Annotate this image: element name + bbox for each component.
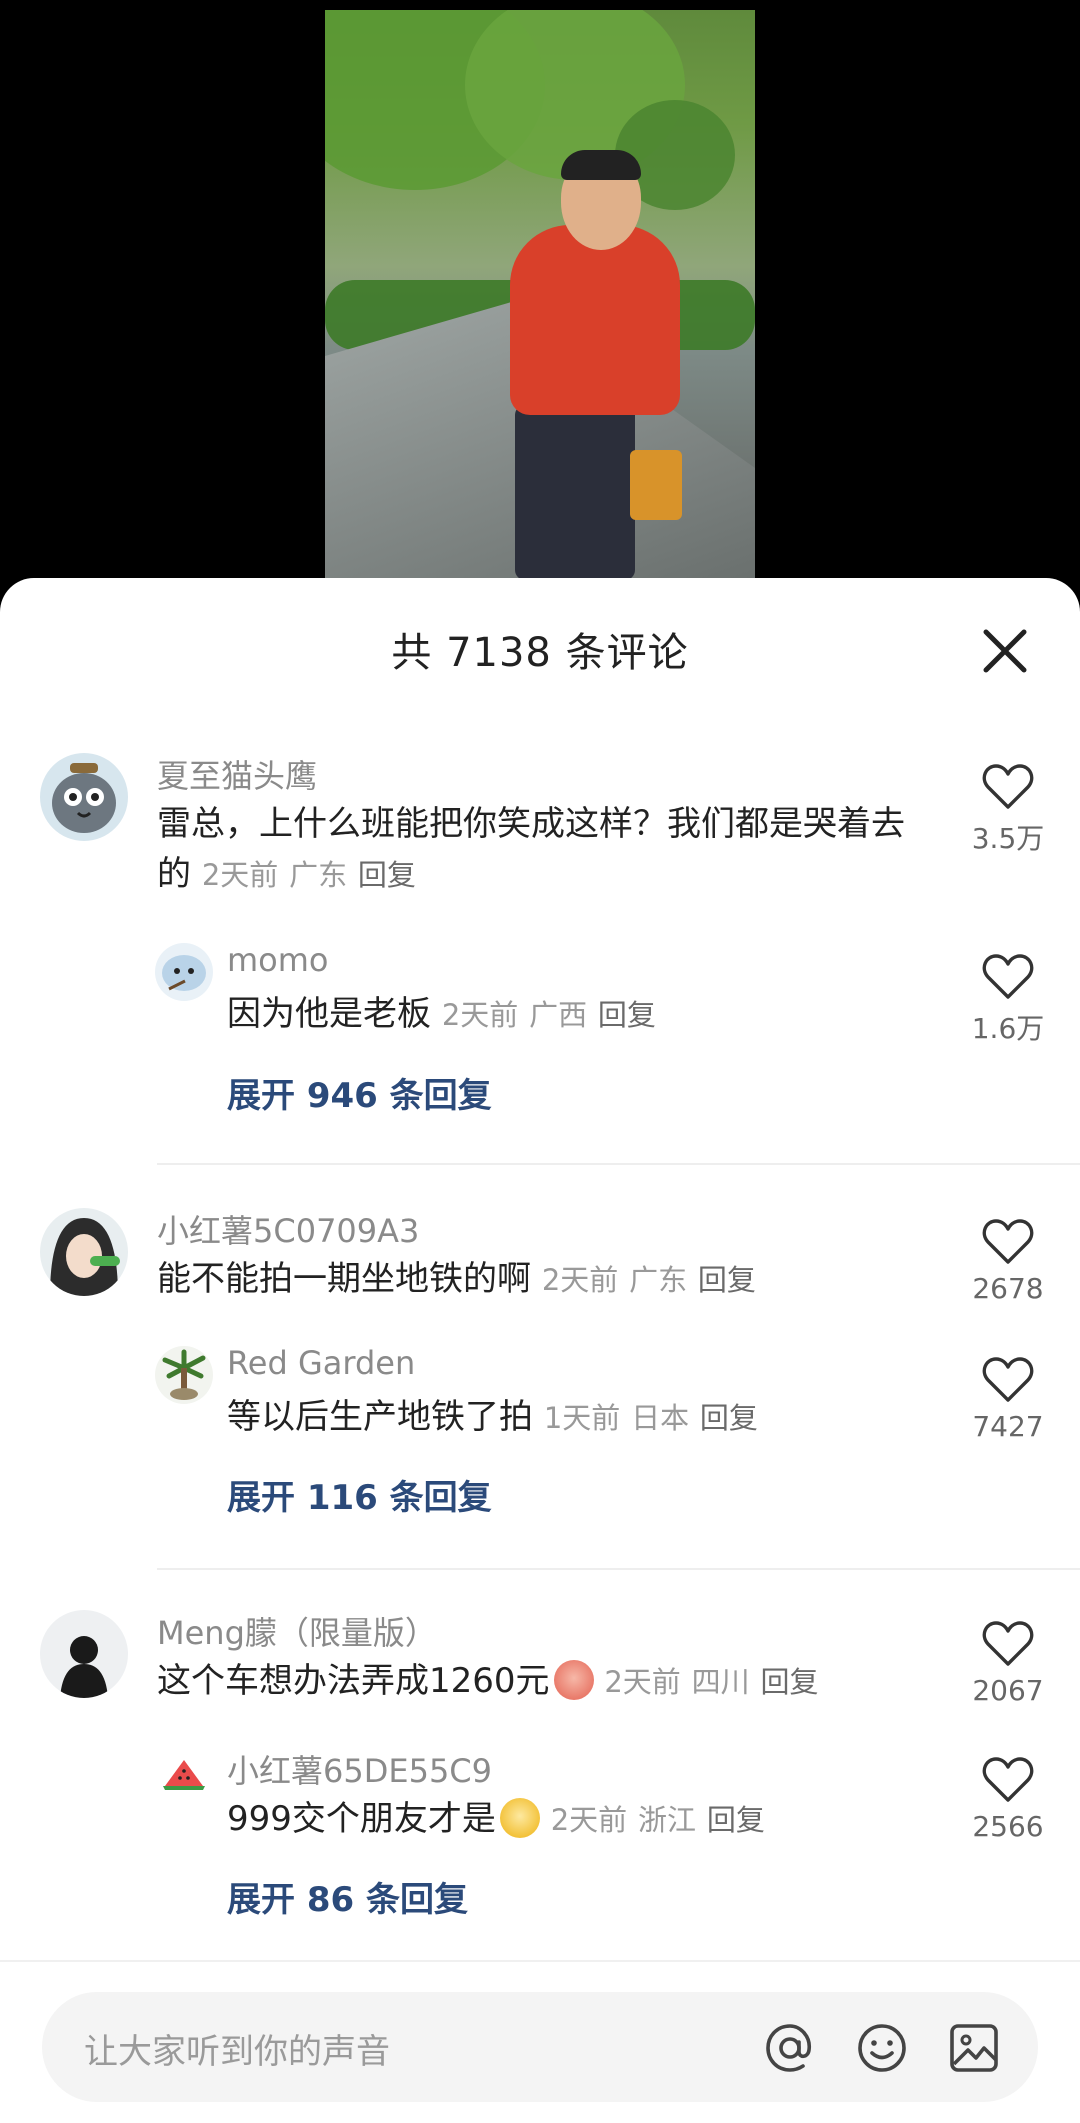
reply-body: 等以后生产地铁了拍 [227, 1397, 533, 1437]
dog-face-icon [499, 1798, 540, 1838]
emoji-button[interactable] [854, 2020, 910, 2076]
reply-link[interactable]: 回复 [358, 858, 416, 892]
comment-time: 2天前 [604, 1665, 681, 1699]
like-button[interactable]: 2067 [966, 1620, 1050, 1707]
image-button[interactable] [946, 2020, 1002, 2076]
heart-icon [982, 954, 1034, 999]
comment-location: 四川 [691, 1665, 750, 1699]
expand-replies-button[interactable]: 展开 116 条回复 [227, 1470, 492, 1519]
input-placeholder: 让大家听到你的声音 [84, 2032, 390, 2072]
sheet-header: 共 7138 条评论 [0, 578, 1080, 723]
comment-body: 这个车想办法弄成1260元 [157, 1661, 550, 1701]
like-button[interactable]: 2566 [966, 1756, 1050, 1843]
comment-count-title: 共 7138 条评论 [391, 630, 689, 676]
reply-body: 因为他是老板 [227, 994, 431, 1034]
like-button[interactable]: 1.6万 [966, 953, 1050, 1047]
palm-tree-avatar[interactable] [155, 1346, 213, 1404]
divider [157, 1163, 1080, 1165]
reply-body: 999交个朋友才是 [227, 1799, 496, 1839]
expand-replies-button[interactable]: 展开 946 条回复 [227, 1068, 492, 1117]
reply-location: 广西 [529, 998, 588, 1032]
reply-time: 2天前 [441, 998, 519, 1032]
reply-link[interactable]: 回复 [698, 1263, 756, 1297]
divider [157, 1568, 1080, 1570]
reply-time: 2天前 [550, 1803, 628, 1837]
reply-link[interactable]: 回复 [598, 998, 656, 1032]
like-count: 1.6万 [971, 1012, 1045, 1045]
watermelon-avatar[interactable] [155, 1746, 213, 1804]
comment-username[interactable]: 小红薯5C0709A3 [157, 1206, 419, 1252]
like-button[interactable]: 3.5万 [966, 763, 1050, 857]
smiley-icon [858, 2024, 906, 2072]
comment-text[interactable]: 雷总，上什么班能把你笑成这样？我们都是哭着去的 2天前 广东 回复 [157, 799, 937, 900]
comment-time: 2天前 [201, 858, 279, 892]
heart-icon [982, 1219, 1034, 1264]
reply-link[interactable]: 回复 [700, 1401, 758, 1435]
comment-sheet: 共 7138 条评论 夏至猫头鹰 雷总，上什么班能把你笑成这样？我们都是哭着去的… [0, 578, 1080, 2123]
reply-username[interactable]: momo [227, 941, 329, 979]
heart-icon [982, 1621, 1034, 1666]
heart-icon [982, 1757, 1034, 1802]
reply-location: 日本 [631, 1401, 690, 1435]
comment-input-bar: 让大家听到你的声音 [0, 1960, 1080, 2123]
heart-icon [982, 1357, 1034, 1402]
crying-face-icon [553, 1660, 594, 1700]
image-icon [950, 2024, 998, 2072]
like-button[interactable]: 7427 [966, 1356, 1050, 1443]
close-icon [983, 629, 1027, 673]
reply-location: 浙江 [637, 1803, 696, 1837]
like-button[interactable]: 2678 [966, 1218, 1050, 1305]
heart-icon [982, 764, 1034, 809]
comment-username[interactable]: 夏至猫头鹰 [157, 751, 317, 797]
comment-body: 能不能拍一期坐地铁的啊 [157, 1259, 531, 1299]
comment-text[interactable]: 能不能拍一期坐地铁的啊 2天前 广东 回复 [157, 1254, 937, 1305]
close-button[interactable] [980, 626, 1030, 676]
silhouette-avatar[interactable] [40, 1610, 128, 1698]
anime-girl-avatar[interactable] [40, 1208, 128, 1296]
like-count: 3.5万 [971, 822, 1045, 855]
mention-button[interactable] [762, 2020, 818, 2076]
like-count: 2678 [972, 1272, 1044, 1305]
reply-username[interactable]: 小红薯65DE55C9 [227, 1746, 492, 1792]
reply-text[interactable]: 999交个朋友才是 2天前 浙江 回复 [227, 1794, 927, 1845]
cartoon-avatar[interactable] [155, 943, 213, 1001]
reply-text[interactable]: 等以后生产地铁了拍 1天前 日本 回复 [227, 1392, 927, 1443]
person-hair [561, 150, 641, 180]
reply-time: 1天前 [543, 1401, 621, 1435]
like-count: 2067 [972, 1674, 1044, 1707]
reply-username[interactable]: Red Garden [227, 1344, 415, 1382]
at-sign-icon [766, 2024, 811, 2072]
comment-username[interactable]: Meng朦（限量版） [157, 1608, 437, 1654]
comment-input[interactable]: 让大家听到你的声音 [42, 1992, 1038, 2102]
comment-time: 2天前 [541, 1263, 619, 1297]
reply-text[interactable]: 因为他是老板 2天前 广西 回复 [227, 989, 927, 1040]
comment-location: 广东 [289, 858, 348, 892]
reply-link[interactable]: 回复 [707, 1803, 765, 1837]
reply-link[interactable]: 回复 [760, 1665, 818, 1699]
owl-avatar[interactable] [40, 753, 128, 841]
comment-text[interactable]: 这个车想办法弄成1260元 2天前 四川 回复 [157, 1656, 937, 1707]
like-count: 7427 [972, 1410, 1044, 1443]
person-legs [515, 405, 635, 580]
video-player[interactable] [0, 0, 1080, 600]
like-count: 2566 [972, 1810, 1044, 1843]
person-shirt [510, 225, 680, 415]
comment-location: 广东 [629, 1263, 688, 1297]
video-thumbnail[interactable] [325, 10, 755, 580]
bike-bag [630, 450, 682, 520]
expand-replies-button[interactable]: 展开 86 条回复 [227, 1872, 468, 1921]
